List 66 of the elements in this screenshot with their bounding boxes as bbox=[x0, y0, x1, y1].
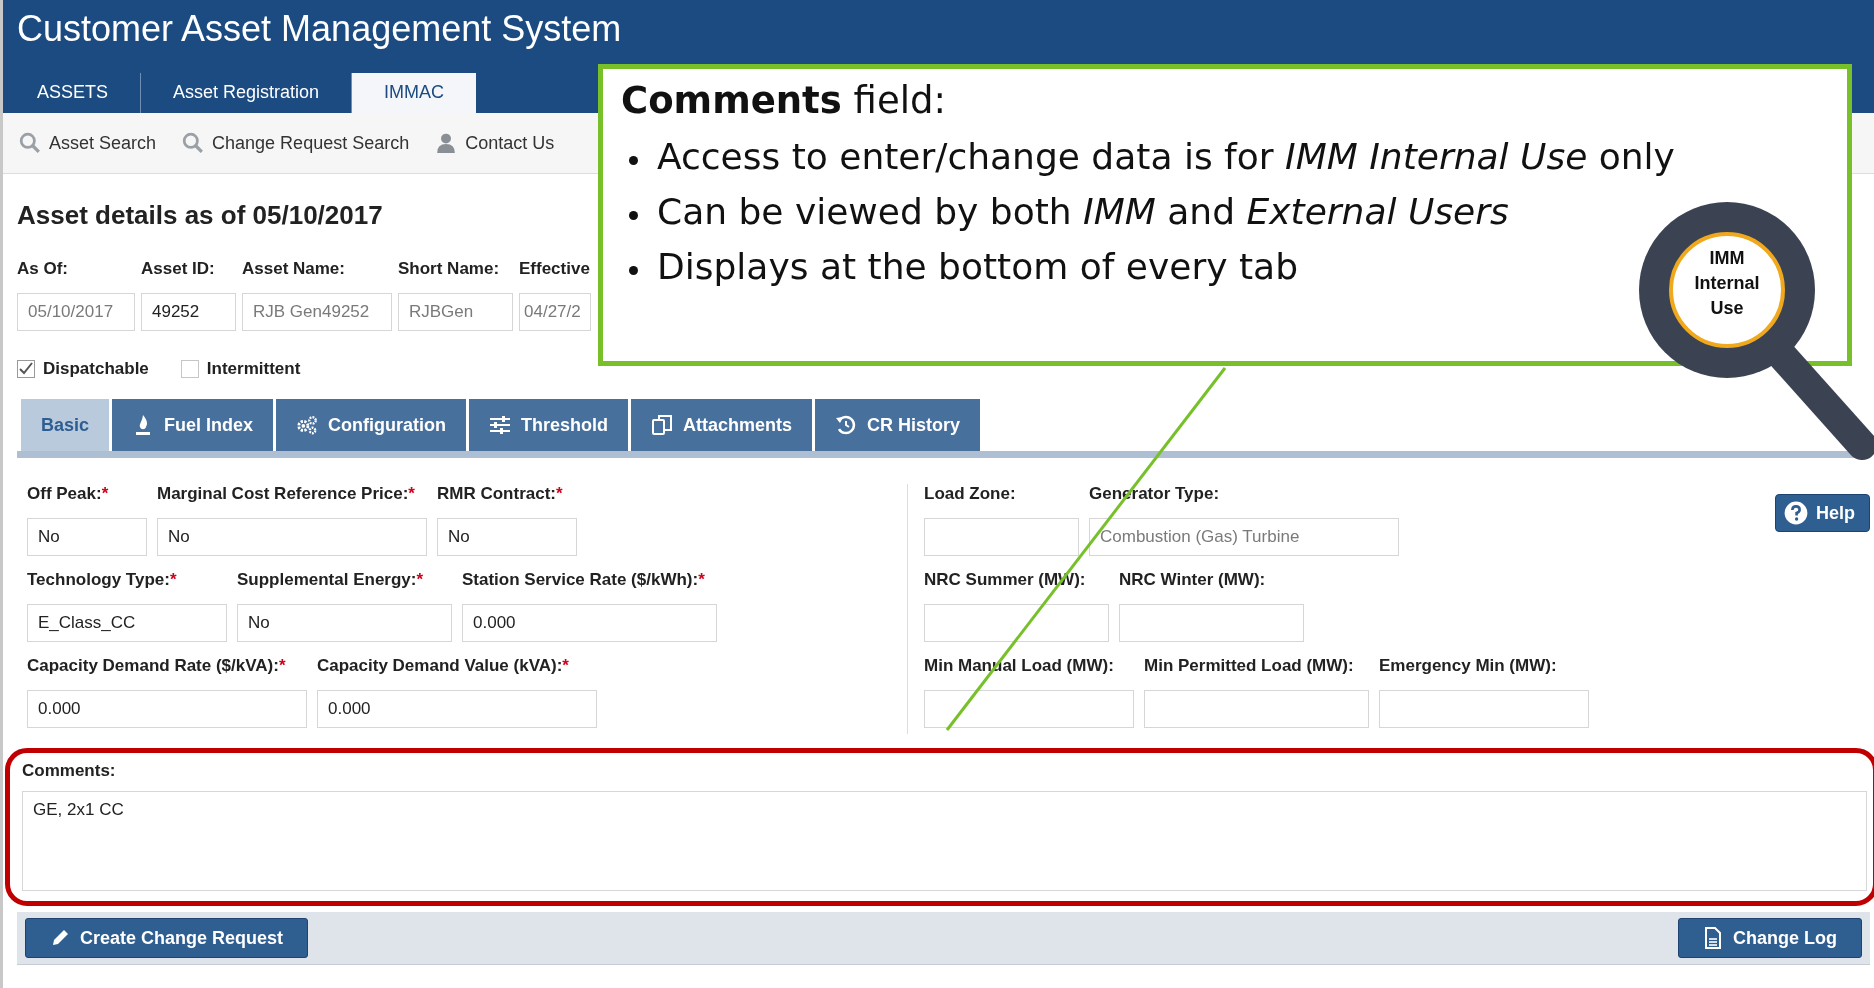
document-icon bbox=[1703, 927, 1723, 949]
sliders-icon bbox=[489, 414, 512, 436]
field-label: As Of: bbox=[17, 259, 69, 279]
field-label: Capacity Demand Value (kVA):* bbox=[317, 656, 570, 676]
toolbar-link[interactable]: Contact Us bbox=[435, 132, 555, 154]
input-field[interactable]: No bbox=[237, 604, 452, 642]
help-icon bbox=[1784, 501, 1808, 525]
search-icon bbox=[182, 132, 205, 154]
field-label: Asset Name: bbox=[242, 259, 346, 279]
field-label: Supplemental Energy:* bbox=[237, 570, 425, 590]
search-icon bbox=[19, 132, 41, 154]
history-icon bbox=[835, 414, 858, 436]
field-label: Asset ID: bbox=[141, 259, 216, 279]
detail-tab[interactable]: CR History bbox=[815, 399, 981, 451]
toolbar-link[interactable]: Asset Search bbox=[19, 132, 157, 154]
input-field[interactable] bbox=[924, 604, 1109, 642]
action-button[interactable]: Change Log bbox=[1678, 918, 1862, 958]
field-label: Min Permitted Load (MW): bbox=[1144, 656, 1355, 676]
input-field[interactable] bbox=[1379, 690, 1589, 728]
nav-tab[interactable]: IMMAC bbox=[352, 73, 477, 113]
field-label: Emergency Min (MW): bbox=[1379, 656, 1558, 676]
field-label: NRC Winter (MW): bbox=[1119, 570, 1267, 590]
input-field[interactable] bbox=[1144, 690, 1369, 728]
field-label: Load Zone: bbox=[924, 484, 1017, 504]
detail-tab[interactable]: Basic bbox=[21, 399, 110, 451]
detail-tab[interactable]: Attachments bbox=[631, 399, 813, 451]
checkbox[interactable] bbox=[17, 360, 35, 378]
field-label: Short Name: bbox=[398, 259, 501, 279]
input-field[interactable]: No bbox=[437, 518, 577, 556]
documents-icon bbox=[651, 414, 674, 436]
toolbar-link[interactable]: Change Request Search bbox=[182, 132, 410, 154]
gears-icon bbox=[296, 414, 319, 436]
page-heading: Asset details as of 05/10/2017 bbox=[17, 200, 383, 231]
input-field[interactable]: No bbox=[157, 518, 427, 556]
field-label: RMR Contract:* bbox=[437, 484, 564, 504]
input-field[interactable]: E_Class_CC bbox=[27, 604, 227, 642]
input-field[interactable] bbox=[924, 690, 1134, 728]
field-label: Off Peak:* bbox=[27, 484, 110, 504]
detail-tab[interactable]: Fuel Index bbox=[112, 399, 274, 451]
action-button[interactable]: Create Change Request bbox=[25, 918, 309, 958]
field-label: Technology Type:* bbox=[27, 570, 178, 590]
callout-bullet: Can be viewed by both IMM and External Users bbox=[621, 191, 1829, 232]
help-button[interactable]: Help bbox=[1775, 494, 1870, 532]
input-field[interactable] bbox=[924, 518, 1079, 556]
field-label: Station Service Rate ($/kWh):* bbox=[462, 570, 706, 590]
callout-bullet: Access to enter/change data is for IMM Internal Use only bbox=[621, 136, 1829, 177]
checkbox-label: Dispatchable bbox=[43, 359, 149, 379]
input-field[interactable]: 0.000 bbox=[27, 690, 307, 728]
badge-text: IMM Internal Use bbox=[1693, 247, 1761, 321]
field-label: Effective bbox=[519, 259, 591, 279]
field-label: Comments: bbox=[22, 761, 117, 781]
field-label: Capacity Demand Rate ($/kVA):* bbox=[27, 656, 287, 676]
input-field[interactable]: 0.000 bbox=[462, 604, 717, 642]
app-title: Customer Asset Management System bbox=[16, 7, 623, 50]
input-field[interactable]: 49252 bbox=[141, 293, 236, 331]
detail-tab[interactable]: Threshold bbox=[469, 399, 629, 451]
checkbox-label: Intermittent bbox=[206, 359, 301, 379]
input-field[interactable]: 0.000 bbox=[317, 690, 597, 728]
checkbox[interactable] bbox=[180, 360, 199, 378]
callout-title: Comments field: bbox=[621, 79, 947, 122]
field-label: Marginal Cost Reference Price:* bbox=[157, 484, 416, 504]
comments-field[interactable]: GE, 2x1 CC bbox=[22, 791, 1867, 891]
person-icon bbox=[435, 132, 458, 154]
detail-tab[interactable]: Configuration bbox=[276, 399, 467, 451]
input-field[interactable] bbox=[1119, 604, 1304, 642]
input-field[interactable]: No bbox=[27, 518, 147, 556]
